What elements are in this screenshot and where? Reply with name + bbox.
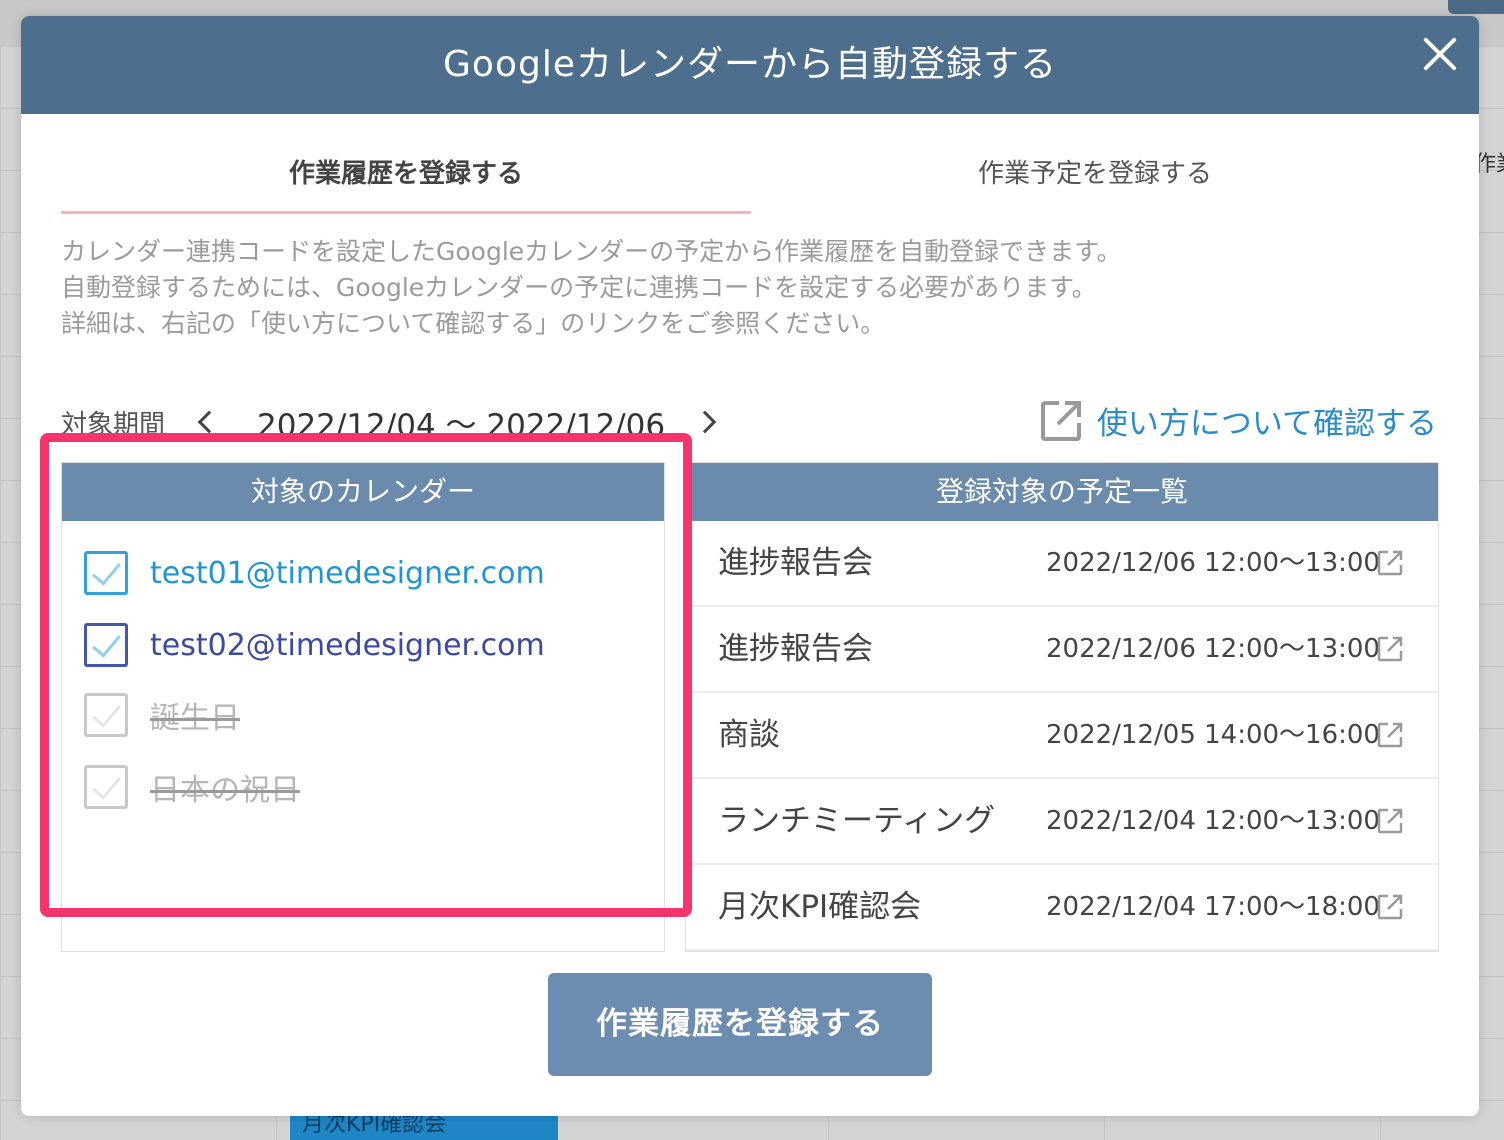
calendar-panel: 対象のカレンダー test01@timedesigner.com test02@… — [61, 462, 665, 952]
tab-register-plan[interactable]: 作業予定を登録する — [751, 134, 1439, 214]
event-row: ランチミーティング 2022/12/04 12:00〜13:00 — [686, 779, 1438, 865]
auto-register-modal: Googleカレンダーから自動登録する 作業履歴を登録する 作業予定を登録する … — [21, 16, 1479, 1116]
help-link[interactable]: 使い方について確認する — [1039, 398, 1437, 443]
checkbox[interactable] — [84, 693, 128, 737]
calendar-name: test02@timedesigner.com — [150, 627, 545, 663]
calendar-item-holidays[interactable]: 日本の祝日 — [84, 765, 300, 809]
external-link-icon — [1040, 400, 1081, 441]
description-line: 詳細は、右記の「使い方について確認する」のリンクをご参照ください。 — [61, 309, 886, 338]
tab-register-history[interactable]: 作業履歴を登録する — [61, 134, 751, 214]
register-history-button[interactable]: 作業履歴を登録する — [548, 973, 932, 1076]
event-title: 進捗報告会 — [718, 545, 873, 581]
chevron-right-icon[interactable] — [695, 404, 719, 438]
external-link-icon[interactable] — [1376, 807, 1404, 835]
calendar-name: 誕生日 — [150, 701, 240, 736]
calendar-name: 日本の祝日 — [150, 773, 300, 808]
event-row: 進捗報告会 2022/12/06 12:00〜13:00 — [686, 521, 1438, 607]
calendar-item-test01[interactable]: test01@timedesigner.com — [84, 551, 545, 595]
external-link-icon[interactable] — [1376, 549, 1404, 577]
description: カレンダー連携コードを設定したGoogleカレンダーの予定から作業履歴を自動登録… — [61, 234, 1441, 342]
period-range: 2022/12/04 〜 2022/12/06 — [257, 408, 666, 444]
description-line: 自動登録するためには、Googleカレンダーの予定に連携コードを設定する必要があ… — [61, 273, 1097, 302]
event-title: 進捗報告会 — [718, 631, 873, 667]
background-button — [1448, 0, 1504, 14]
description-line: カレンダー連携コードを設定したGoogleカレンダーの予定から作業履歴を自動登録… — [61, 237, 1122, 266]
event-time: 2022/12/04 12:00〜13:00 — [1046, 806, 1380, 836]
calendar-panel-header: 対象のカレンダー — [62, 463, 664, 521]
event-time: 2022/12/04 17:00〜18:00 — [1046, 892, 1380, 922]
calendar-name: test01@timedesigner.com — [150, 555, 545, 591]
event-list-panel: 登録対象の予定一覧 進捗報告会 2022/12/06 12:00〜13:00 進… — [685, 462, 1439, 952]
chevron-left-icon[interactable] — [193, 404, 217, 438]
event-time: 2022/12/06 12:00〜13:00 — [1046, 634, 1380, 664]
calendar-item-birthday[interactable]: 誕生日 — [84, 693, 240, 737]
event-title: 月次KPI確認会 — [718, 889, 922, 925]
event-time: 2022/12/06 12:00〜13:00 — [1046, 548, 1380, 578]
checkbox[interactable] — [84, 765, 128, 809]
external-link-icon[interactable] — [1376, 635, 1404, 663]
event-panel-header: 登録対象の予定一覧 — [686, 463, 1438, 521]
event-time: 2022/12/05 14:00〜16:00 — [1046, 720, 1380, 750]
close-icon[interactable] — [1419, 34, 1459, 74]
event-row: 商談 2022/12/05 14:00〜16:00 — [686, 693, 1438, 779]
modal-title: Googleカレンダーから自動登録する — [443, 44, 1057, 85]
period-label: 対象期間 — [61, 410, 166, 440]
checkbox[interactable] — [84, 551, 128, 595]
external-link-icon[interactable] — [1376, 893, 1404, 921]
checkbox[interactable] — [84, 623, 128, 667]
event-title: ランチミーティング — [718, 803, 996, 839]
event-title: 商談 — [718, 717, 780, 753]
modal-header: Googleカレンダーから自動登録する — [21, 16, 1479, 114]
event-row: 進捗報告会 2022/12/06 12:00〜13:00 — [686, 607, 1438, 693]
external-link-icon[interactable] — [1376, 721, 1404, 749]
event-row: 月次KPI確認会 2022/12/04 17:00〜18:00 — [686, 865, 1438, 951]
calendar-item-test02[interactable]: test02@timedesigner.com — [84, 623, 545, 667]
help-link-label: 使い方について確認する — [1096, 406, 1437, 442]
